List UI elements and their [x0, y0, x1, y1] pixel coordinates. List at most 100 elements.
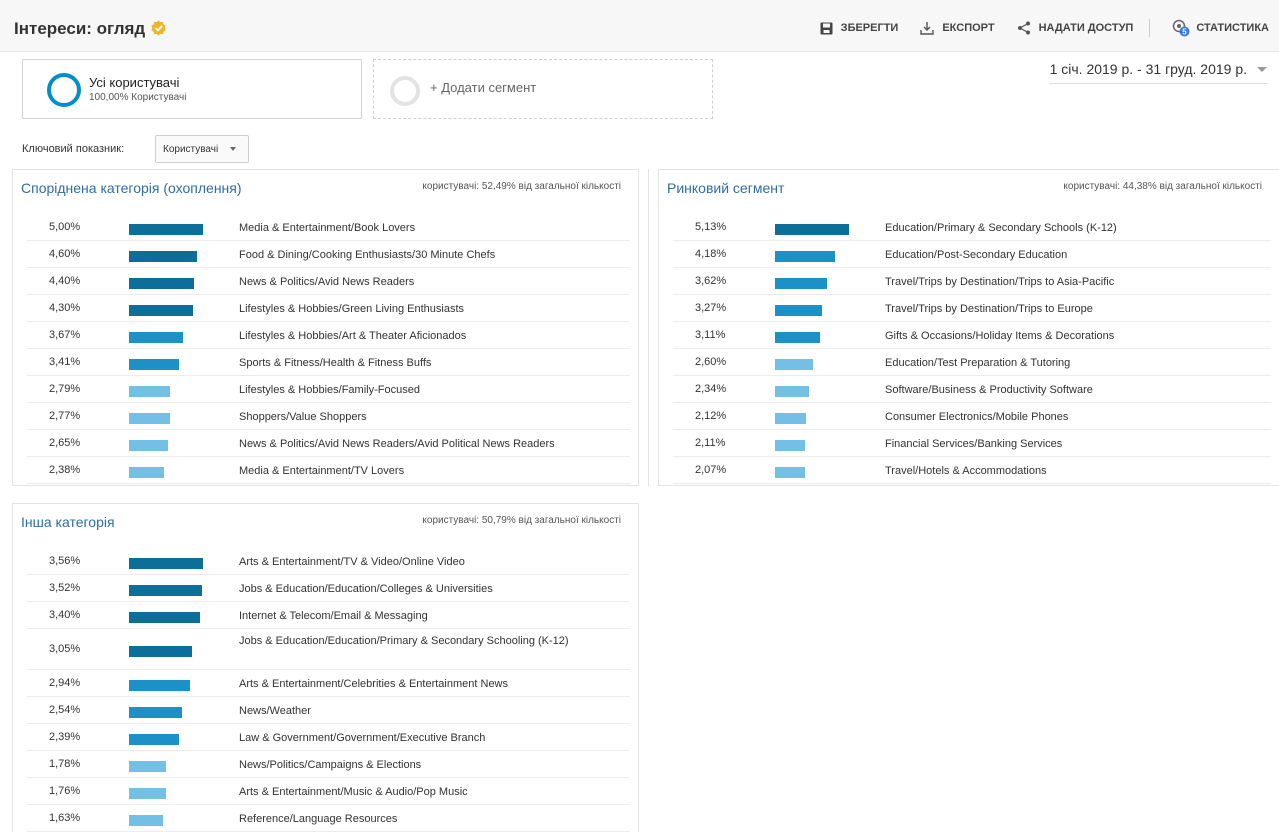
table-row[interactable]: 2,60% Education/Test Preparation & Tutori… [673, 349, 1271, 376]
table-row[interactable]: 3,40% Internet & Telecom/Email & Messagin… [27, 602, 630, 629]
row-bar [129, 440, 168, 451]
row-label-link[interactable]: Arts & Entertainment/Celebrities & Enter… [239, 677, 629, 691]
row-label-link[interactable]: Lifestyles & Hobbies/Green Living Enthus… [239, 302, 629, 316]
metric-select[interactable]: Користувачі [155, 135, 249, 163]
table-row[interactable]: 3,41% Sports & Fitness/Health & Fitness B… [27, 349, 630, 376]
row-bar [129, 305, 193, 316]
table-row[interactable]: 4,18% Education/Post-Secondary Education [673, 241, 1271, 268]
table-row[interactable]: 2,11% Financial Services/Banking Services [673, 430, 1271, 457]
row-label-link[interactable]: News/Weather [239, 704, 629, 718]
row-label-link[interactable]: Travel/Trips by Destination/Trips to Eur… [885, 302, 1275, 316]
add-segment-button[interactable]: + Додати сегмент [373, 59, 713, 119]
row-percent: 2,94% [49, 677, 81, 689]
row-label-link[interactable]: Law & Government/Government/Executive Br… [239, 731, 629, 745]
toolbar-divider [1149, 19, 1151, 37]
table-row[interactable]: 3,67% Lifestyles & Hobbies/Art & Theater … [27, 322, 630, 349]
row-bar [129, 332, 183, 343]
chevron-down-icon [1257, 66, 1267, 72]
date-range-picker[interactable]: 1 січ. 2019 р. - 31 груд. 2019 р. [1049, 61, 1267, 84]
table-row[interactable]: 3,62% Travel/Trips by Destination/Trips t… [673, 268, 1271, 295]
row-label-link[interactable]: Travel/Hotels & Accommodations [885, 464, 1275, 478]
panel-subtitle: користувачі: 44,38% від загальної кілько… [1063, 181, 1262, 192]
table-row[interactable]: 2,34% Software/Business & Productivity So… [673, 376, 1271, 403]
row-percent: 3,67% [49, 329, 81, 341]
table-row[interactable]: 2,12% Consumer Electronics/Mobile Phones [673, 403, 1271, 430]
row-label-link[interactable]: Media & Entertainment/Book Lovers [239, 221, 629, 235]
table-row[interactable]: 2,77% Shoppers/Value Shoppers [27, 403, 630, 430]
row-label-link[interactable]: Travel/Trips by Destination/Trips to Asi… [885, 275, 1275, 289]
row-label-link[interactable]: Food & Dining/Cooking Enthusiasts/30 Min… [239, 248, 629, 262]
row-label-link[interactable]: Shoppers/Value Shoppers [239, 410, 629, 424]
row-label-link[interactable]: Jobs & Education/Education/Primary & Sec… [239, 634, 629, 648]
row-label-link[interactable]: News & Politics/Avid News Readers/Avid P… [239, 437, 629, 451]
table-row[interactable]: 2,38% Media & Entertainment/TV Lovers [27, 457, 630, 484]
row-bar [129, 251, 197, 262]
table-row[interactable]: 4,40% News & Politics/Avid News Readers [27, 268, 630, 295]
panel-title[interactable]: Споріднена категорія (охоплення) [21, 180, 242, 196]
row-label-link[interactable]: Arts & Entertainment/TV & Video/Online V… [239, 555, 629, 569]
row-percent: 2,79% [49, 383, 81, 395]
table-row[interactable]: 2,54% News/Weather [27, 697, 630, 724]
row-percent: 4,18% [695, 248, 727, 260]
row-label-link[interactable]: Education/Test Preparation & Tutoring [885, 356, 1275, 370]
table-row[interactable]: 3,52% Jobs & Education/Education/Colleges… [27, 575, 630, 602]
row-label-link[interactable]: Arts & Entertainment/Music & Audio/Pop M… [239, 785, 629, 799]
segment-subtitle: 100,00% Користувачі [89, 92, 187, 103]
table-row[interactable]: 2,65% News & Politics/Avid News Readers/A… [27, 430, 630, 457]
table-row[interactable]: 4,30% Lifestyles & Hobbies/Green Living E… [27, 295, 630, 322]
row-label-link[interactable]: Consumer Electronics/Mobile Phones [885, 410, 1275, 424]
row-label-link[interactable]: Jobs & Education/Education/Colleges & Un… [239, 582, 629, 596]
panel-title[interactable]: Ринковий сегмент [667, 180, 784, 196]
row-label-link[interactable]: News & Politics/Avid News Readers [239, 275, 629, 289]
row-label-link[interactable]: Sports & Fitness/Health & Fitness Buffs [239, 356, 629, 370]
table-row[interactable]: 3,05% Jobs & Education/Education/Primary … [27, 629, 630, 670]
row-percent: 2,60% [695, 356, 727, 368]
table-row[interactable]: 2,07% Travel/Hotels & Accommodations [673, 457, 1271, 484]
segment-all-users[interactable]: Усі користувачі 100,00% Користувачі [22, 59, 362, 119]
table-row[interactable]: 5,13% Education/Primary & Secondary Schoo… [673, 214, 1271, 241]
panel-subtitle: користувачі: 50,79% від загальної кілько… [422, 515, 621, 526]
row-bar [129, 558, 203, 569]
share-button[interactable]: НАДАТИ ДОСТУП [1017, 21, 1133, 35]
row-percent: 2,11% [695, 437, 726, 449]
metric-select-value: Користувачі [163, 143, 219, 155]
table-row[interactable]: 2,94% Arts & Entertainment/Celebrities & … [27, 670, 630, 697]
table-row[interactable]: 2,39% Law & Government/Government/Executi… [27, 724, 630, 751]
row-label-link[interactable]: Media & Entertainment/TV Lovers [239, 464, 629, 478]
table-row[interactable]: 1,78% News/Politics/Campaigns & Elections [27, 751, 630, 778]
row-bar [129, 680, 190, 691]
row-bar [775, 332, 820, 343]
export-button[interactable]: ЕКСПОРТ [920, 21, 995, 35]
row-label-link[interactable]: Education/Primary & Secondary Schools (K… [885, 221, 1275, 235]
row-percent: 4,30% [49, 302, 81, 314]
row-label-link[interactable]: Education/Post-Secondary Education [885, 248, 1275, 262]
row-label-link[interactable]: News/Politics/Campaigns & Elections [239, 758, 629, 772]
report-header: Інтереси: огляд ЗБЕРЕГТИ ЕКСПОРТ НАДАТИ … [0, 0, 1279, 52]
table-row[interactable]: 3,56% Arts & Entertainment/TV & Video/Onl… [27, 548, 630, 575]
table-row[interactable]: 3,11% Gifts & Occasions/Holiday Items & D… [673, 322, 1271, 349]
table-row[interactable]: 1,63% Reference/Language Resources [27, 805, 630, 832]
row-label-link[interactable]: Lifestyles & Hobbies/Family-Focused [239, 383, 629, 397]
row-label-link[interactable]: Reference/Language Resources [239, 812, 629, 826]
table-row[interactable]: 1,76% Arts & Entertainment/Music & Audio/… [27, 778, 630, 805]
row-bar [129, 788, 166, 799]
panel-divider [648, 169, 649, 486]
row-bar [129, 413, 170, 424]
table-row[interactable]: 3,27% Travel/Trips by Destination/Trips t… [673, 295, 1271, 322]
row-label-link[interactable]: Gifts & Occasions/Holiday Items & Decora… [885, 329, 1275, 343]
panel-title[interactable]: Інша категорія [21, 514, 115, 530]
row-label-link[interactable]: Financial Services/Banking Services [885, 437, 1275, 451]
row-percent: 3,41% [49, 356, 81, 368]
table-row[interactable]: 5,00% Media & Entertainment/Book Lovers [27, 214, 630, 241]
row-percent: 2,39% [49, 731, 81, 743]
row-label-link[interactable]: Software/Business & Productivity Softwar… [885, 383, 1275, 397]
save-button[interactable]: ЗБЕРЕГТИ [820, 22, 898, 35]
table-row[interactable]: 2,79% Lifestyles & Hobbies/Family-Focused [27, 376, 630, 403]
row-label-link[interactable]: Internet & Telecom/Email & Messaging [239, 609, 629, 623]
row-label-link[interactable]: Lifestyles & Hobbies/Art & Theater Afici… [239, 329, 629, 343]
row-percent: 3,11% [695, 329, 726, 341]
row-percent: 2,12% [695, 410, 727, 422]
row-percent: 3,05% [49, 643, 81, 655]
insights-button[interactable]: 5 СТАТИСТИКА [1172, 19, 1269, 37]
table-row[interactable]: 4,60% Food & Dining/Cooking Enthusiasts/3… [27, 241, 630, 268]
